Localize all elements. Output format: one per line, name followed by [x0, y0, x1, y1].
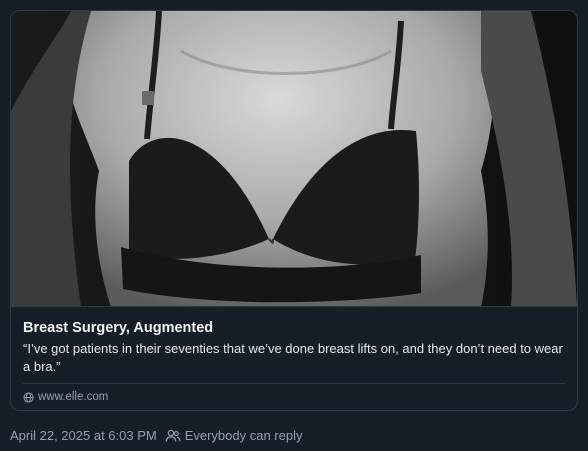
link-preview-body: Breast Surgery, Augmented “I’ve got pati… [11, 308, 577, 410]
link-preview-domain: www.elle.com [38, 391, 109, 403]
photo-illustration [11, 11, 577, 306]
post-meta: April 22, 2025 at 6:03 PM Everybody can … [10, 427, 302, 445]
link-preview-image[interactable] [11, 11, 577, 307]
link-preview-description: “I’ve got patients in their seventies th… [23, 341, 563, 374]
post-timestamp[interactable]: April 22, 2025 at 6:03 PM [10, 427, 157, 445]
link-preview-card[interactable]: Breast Surgery, Augmented “I’ve got pati… [10, 10, 578, 411]
link-preview-source[interactable]: www.elle.com [23, 390, 565, 404]
reply-setting[interactable]: Everybody can reply [165, 427, 303, 445]
link-preview-title[interactable]: Breast Surgery, Augmented [23, 318, 565, 338]
globe-icon [23, 391, 34, 403]
reply-setting-label: Everybody can reply [184, 428, 303, 443]
people-icon [165, 429, 181, 443]
divider [23, 383, 565, 384]
